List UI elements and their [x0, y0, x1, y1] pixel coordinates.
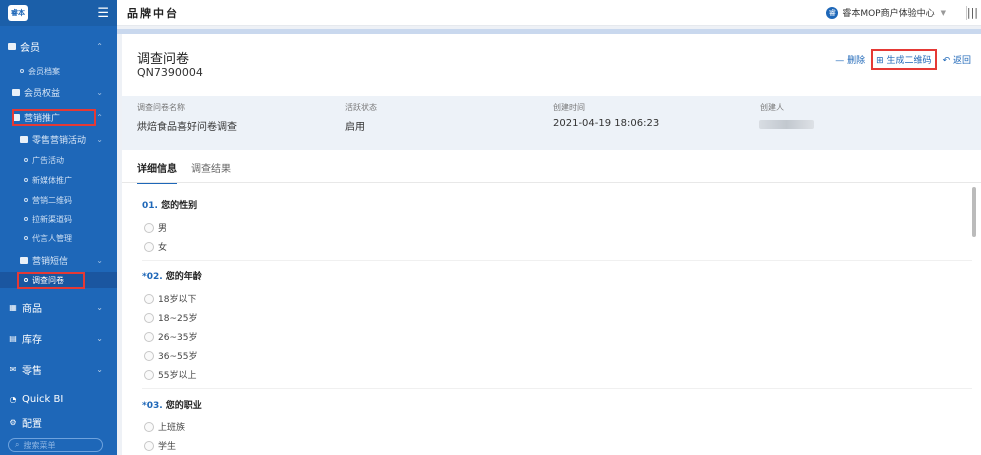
option-radio[interactable]: 18~25岁 [144, 311, 197, 324]
question-title: *02. 您的年龄 [142, 272, 202, 282]
tab-result[interactable]: 调查结果 [191, 160, 231, 184]
option-radio[interactable]: 18岁以下 [144, 292, 196, 305]
sidebar-item-quickbi[interactable]: ◔ Quick BI [0, 391, 117, 407]
survey-code: QN7390004 [137, 66, 203, 79]
created-time-label: 创建时间 [553, 103, 585, 112]
survey-name-value: 烘焙食品喜好问卷调查 [137, 122, 237, 133]
sidebar-item-config[interactable]: ⚙ 配置 [0, 414, 117, 430]
chevron-down-icon: ⌄ [96, 134, 103, 144]
sidebar-item-pull-new[interactable]: 拉新渠道码 [0, 212, 117, 226]
option-radio[interactable]: 55岁以上 [144, 368, 196, 381]
gauge-icon: ◔ [9, 394, 17, 404]
sidebar-item-member-archive[interactable]: 会员档案 [0, 64, 117, 78]
option-radio[interactable]: 26~35岁 [144, 330, 197, 343]
option-radio[interactable]: 上班族 [144, 420, 185, 433]
generate-qrcode-button[interactable]: ⊞ 生成二维码 [871, 49, 937, 70]
caret-down-icon: ▼ [940, 8, 946, 17]
back-button[interactable]: ↶ 返回 [943, 53, 971, 66]
scrollbar[interactable] [972, 187, 976, 237]
option-radio[interactable]: 学生 [144, 439, 176, 452]
survey-detail-card: 调查问卷 QN7390004 — 删除 ⊞ 生成二维码 ↶ 返回 调查问卷名称 … [122, 34, 981, 455]
option-radio[interactable]: 男 [144, 221, 167, 234]
logo: 睿本 [8, 5, 28, 21]
search-icon: ⌕ [15, 440, 20, 449]
question-divider [142, 260, 972, 261]
sidebar-item-marketing-sms[interactable]: 营销短信 ⌄ [0, 252, 117, 268]
radio-icon [144, 241, 154, 252]
creator-value-redacted [759, 120, 814, 129]
radio-icon [144, 369, 154, 380]
radio-icon [144, 440, 154, 451]
survey-name-label: 调查问卷名称 [137, 103, 185, 112]
chevron-down-icon: ⌄ [96, 333, 103, 343]
status-label: 活跃状态 [345, 103, 377, 112]
top-bar: 品牌中台 睿 睿本MOP商户体验中心 ▼ ||| [117, 0, 981, 26]
highlight-box-marketing [12, 109, 96, 126]
back-arrow-icon: ↶ [942, 56, 951, 66]
user-name: 睿本MOP商户体验中心 [842, 9, 935, 19]
sidebar-item-agent[interactable]: 代言人管理 [0, 231, 117, 245]
warehouse-icon: ▤ [9, 333, 17, 343]
chevron-up-icon: ⌃ [96, 41, 103, 51]
gear-icon: ⚙ [9, 417, 17, 427]
status-value: 启用 [345, 122, 365, 133]
question-divider [142, 388, 972, 389]
radio-icon [144, 350, 154, 361]
sidebar-item-new-media[interactable]: 新媒体推广 [0, 173, 117, 187]
tab-bar: 详细信息 调查结果 [137, 160, 245, 184]
user-menu[interactable]: 睿 睿本MOP商户体验中心 ▼ [826, 6, 946, 19]
tab-divider [122, 182, 981, 183]
sidebar-item-member-rights[interactable]: 会员权益 ⌄ [0, 84, 117, 100]
member-icon [8, 42, 16, 50]
tab-detail[interactable]: 详细信息 [137, 160, 177, 184]
sidebar-item-qr[interactable]: 营销二维码 [0, 193, 117, 207]
chevron-down-icon: ⌄ [96, 87, 103, 97]
menu-search-input[interactable]: ⌕ 搜索菜单 [8, 438, 103, 452]
sidebar-header: 睿本 ☰ [0, 0, 117, 26]
created-time-value: 2021-04-19 18:06:23 [553, 118, 660, 129]
sidebar-item-ad[interactable]: 广告活动 [0, 153, 117, 167]
brand-title: 品牌中台 [127, 6, 179, 20]
chevron-down-icon: ⌄ [96, 255, 103, 265]
radio-icon [144, 312, 154, 323]
sidebar-item-retail[interactable]: ✉ 零售 ⌄ [0, 361, 117, 377]
mail-icon: ✉ [9, 364, 17, 374]
radio-icon [144, 222, 154, 233]
sidebar-item-stock[interactable]: ▤ 库存 ⌄ [0, 330, 117, 346]
folder-icon [12, 88, 20, 96]
sidebar-item-member[interactable]: 会员 ⌃ [0, 38, 117, 54]
info-panel: 调查问卷名称 烘焙食品喜好问卷调查 活跃状态 启用 创建时间 2021-04-1… [122, 96, 981, 150]
page-title: 调查问卷 [137, 52, 190, 67]
grid-icon: ▦ [9, 302, 17, 312]
option-radio[interactable]: 36~55岁 [144, 349, 197, 362]
radio-icon [144, 421, 154, 432]
chevron-up-icon: ⌃ [96, 112, 103, 122]
creator-label: 创建人 [760, 103, 784, 112]
folder-icon [20, 256, 28, 264]
question-title: *03. 您的职业 [142, 401, 202, 411]
delete-button[interactable]: — 删除 [835, 53, 865, 66]
chevron-down-icon: ⌄ [96, 364, 103, 374]
action-bar: — 删除 ⊞ 生成二维码 ↶ 返回 [829, 49, 971, 70]
sidebar-item-goods[interactable]: ▦ 商品 ⌄ [0, 299, 117, 315]
chevron-down-icon: ⌄ [96, 302, 103, 312]
radio-icon [144, 293, 154, 304]
more-menu-icon[interactable]: ||| [967, 6, 978, 19]
menu-toggle-icon[interactable]: ☰ [97, 6, 109, 21]
question-title: 01. 您的性别 [142, 201, 198, 211]
qrcode-icon: ⊞ [876, 56, 884, 66]
avatar: 睿 [826, 6, 839, 19]
option-radio[interactable]: 女 [144, 240, 167, 253]
highlight-box-survey [17, 272, 85, 289]
folder-icon [20, 135, 28, 143]
sidebar: 睿本 ☰ 会员 ⌃ 会员档案 会员权益 ⌄ 营销推广 ⌃ 零售营销活动 ⌄ 广告活动 新… [0, 0, 117, 455]
radio-icon [144, 331, 154, 342]
sidebar-item-retail-marketing[interactable]: 零售营销活动 ⌄ [0, 131, 117, 147]
